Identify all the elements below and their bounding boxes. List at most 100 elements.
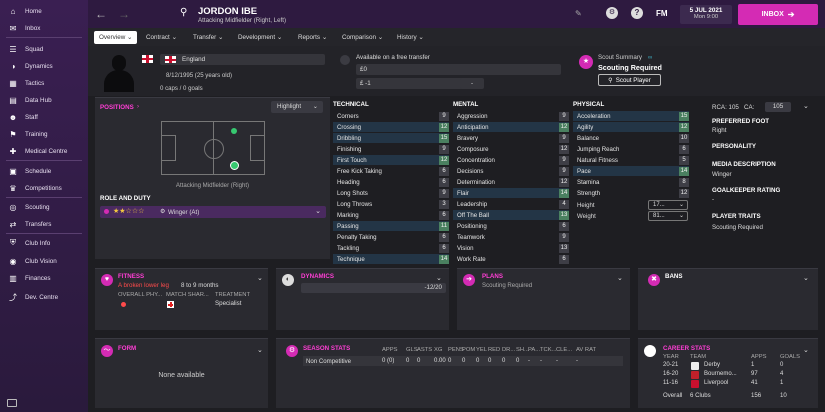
technical-attribute-row[interactable]: Penalty Taking 6 xyxy=(333,232,449,242)
season-stats-header[interactable]: XG xyxy=(434,347,442,353)
tab-contract[interactable]: Contract ⌄ xyxy=(141,31,182,44)
physical-attribute-row[interactable]: Acceleration 15 xyxy=(573,111,689,121)
wage-field[interactable]: £ -1 xyxy=(356,78,466,89)
chevron-down-icon[interactable]: ⌄ xyxy=(803,102,809,110)
season-stats-header[interactable]: YEL xyxy=(476,347,487,353)
plans-title[interactable]: PLANS xyxy=(482,273,503,280)
mental-attribute-row[interactable]: Determination 12 xyxy=(453,177,569,187)
technical-attribute-row[interactable]: Technique 14 xyxy=(333,254,449,264)
club-icon[interactable]: ⚙ xyxy=(606,7,618,19)
sidebar-item-scouting[interactable]: ◎ Scouting xyxy=(0,200,88,214)
role-duty-dropdown[interactable]: ★★☆☆☆ ⚙ Winger (At) ⌄ xyxy=(100,206,326,218)
sidebar-item-tactics[interactable]: ▦ Tactics xyxy=(0,76,88,90)
season-stats-header[interactable]: DR... xyxy=(502,347,515,353)
fm-logo[interactable]: FM xyxy=(656,9,668,18)
technical-attribute-row[interactable]: Finishing 9 xyxy=(333,144,449,154)
sidebar-toggle-icon[interactable] xyxy=(7,399,17,407)
sidebar-item-schedule[interactable]: ▣ Schedule xyxy=(0,164,88,178)
mental-attribute-row[interactable]: Composure 12 xyxy=(453,144,569,154)
scout-player-button[interactable]: ⚲ Scout Player xyxy=(598,74,661,86)
career-stats-title[interactable]: CAREER STATS xyxy=(663,345,710,352)
edit-icon[interactable]: ✎ xyxy=(575,9,582,18)
sidebar-item-dev-centre[interactable]: ⤴ Dev. Centre xyxy=(0,290,88,304)
search-icon[interactable]: ⚲ xyxy=(180,7,187,18)
forward-arrow-icon[interactable]: → xyxy=(118,7,130,21)
tab-development[interactable]: Development ⌄ xyxy=(233,31,287,44)
technical-attribute-row[interactable]: Long Shots 9 xyxy=(333,188,449,198)
tab-comparison[interactable]: Comparison ⌄ xyxy=(337,31,388,44)
tab-overview[interactable]: Overview ⌄ xyxy=(94,31,137,44)
sidebar-item-training[interactable]: ⚑ Training xyxy=(0,127,88,141)
mental-attribute-row[interactable]: Bravery 9 xyxy=(453,133,569,143)
sidebar-item-home[interactable]: ⌂ Home xyxy=(0,4,88,18)
sidebar-item-data-hub[interactable]: ▤ Data Hub xyxy=(0,93,88,107)
physical-attribute-row[interactable]: Jumping Reach 6 xyxy=(573,144,689,154)
physical-attribute-row[interactable]: Agility 12 xyxy=(573,122,689,132)
back-arrow-icon[interactable]: ← xyxy=(95,7,107,21)
chevron-down-icon[interactable]: ⌄ xyxy=(617,274,623,282)
technical-attribute-row[interactable]: First Touch 12 xyxy=(333,155,449,165)
mental-attribute-row[interactable]: Vision 13 xyxy=(453,243,569,253)
season-stats-header[interactable]: AV RAT xyxy=(576,347,596,353)
mental-attribute-row[interactable]: Work Rate 6 xyxy=(453,254,569,264)
season-stats-header[interactable]: POM xyxy=(462,347,475,353)
season-stats-header[interactable]: ASTS xyxy=(417,347,432,353)
physical-attribute-row[interactable]: Stamina 8 xyxy=(573,177,689,187)
sidebar-item-squad[interactable]: ☰ Squad xyxy=(0,42,88,56)
mental-attribute-row[interactable]: Anticipation 12 xyxy=(453,122,569,132)
ca-field[interactable]: 105 xyxy=(765,102,791,112)
season-stats-header[interactable]: SH... xyxy=(516,347,529,353)
technical-attribute-row[interactable]: Passing 11 xyxy=(333,221,449,231)
mental-attribute-row[interactable]: Decisions 9 xyxy=(453,166,569,176)
positions-title[interactable]: POSITIONS xyxy=(100,104,134,111)
mental-attribute-row[interactable]: Aggression 9 xyxy=(453,111,569,121)
mental-attribute-row[interactable]: Leadership 4 xyxy=(453,199,569,209)
season-stats-header[interactable]: APPS xyxy=(382,347,397,353)
technical-attribute-row[interactable]: Heading 6 xyxy=(333,177,449,187)
chevron-down-icon[interactable]: ⌄ xyxy=(803,346,809,354)
sidebar-item-transfers[interactable]: ⇄ Transfers xyxy=(0,217,88,231)
tab-reports[interactable]: Reports ⌄ xyxy=(293,31,332,44)
asking-price-field[interactable]: £0 xyxy=(356,64,561,75)
dynamics-title[interactable]: DYNAMICS xyxy=(301,273,334,280)
technical-attribute-row[interactable]: Marking 6 xyxy=(333,210,449,220)
sidebar-item-club-vision[interactable]: ◉ Club Vision xyxy=(0,254,88,268)
physical-attribute-row[interactable]: Balance 10 xyxy=(573,133,689,143)
sidebar-item-competitions[interactable]: ♛ Competitions xyxy=(0,181,88,195)
season-stats-header[interactable]: CLE... xyxy=(556,347,572,353)
sidebar-item-inbox[interactable]: ✉ Inbox xyxy=(0,21,88,35)
technical-attribute-row[interactable]: Dribbling 15 xyxy=(333,133,449,143)
fitness-title[interactable]: FITNESS xyxy=(118,273,144,280)
form-title[interactable]: FORM xyxy=(118,345,136,352)
technical-attribute-row[interactable]: Corners 9 xyxy=(333,111,449,121)
sidebar-item-finances[interactable]: ▥ Finances xyxy=(0,271,88,285)
physical-attribute-row[interactable]: Strength 12 xyxy=(573,188,689,198)
technical-attribute-row[interactable]: Crossing 12 xyxy=(333,122,449,132)
mental-attribute-row[interactable]: Positioning 6 xyxy=(453,221,569,231)
chevron-down-icon[interactable]: ⌄ xyxy=(257,274,263,282)
season-stats-header[interactable]: TCK... xyxy=(540,347,556,353)
tab-history[interactable]: History ⌄ xyxy=(392,31,429,44)
mental-attribute-row[interactable]: Teamwork 9 xyxy=(453,232,569,242)
chevron-down-icon[interactable]: ⌄ xyxy=(436,274,442,282)
mental-attribute-row[interactable]: Flair 14 xyxy=(453,188,569,198)
highlight-dropdown[interactable]: Highlight ⌄ xyxy=(271,101,323,113)
weight-field[interactable]: 81... ⌄ xyxy=(648,211,688,221)
date-box[interactable]: 5 JUL 2021 Mon 9:00 xyxy=(680,5,732,24)
mental-attribute-row[interactable]: Off The Ball 13 xyxy=(453,210,569,220)
season-stats-header[interactable]: GLS xyxy=(406,347,418,353)
inbox-button[interactable]: INBOX ➔ xyxy=(738,4,818,25)
sidebar-item-medical-centre[interactable]: ✚ Medical Centre xyxy=(0,144,88,158)
nationality-field[interactable]: England xyxy=(160,54,325,65)
technical-attribute-row[interactable]: Long Throws 3 xyxy=(333,199,449,209)
chevron-down-icon[interactable]: ⌄ xyxy=(257,346,263,354)
tab-transfer[interactable]: Transfer ⌄ xyxy=(188,31,228,44)
sidebar-item-staff[interactable]: ☻ Staff xyxy=(0,110,88,124)
physical-attribute-row[interactable]: Pace 14 xyxy=(573,166,689,176)
mental-attribute-row[interactable]: Concentration 9 xyxy=(453,155,569,165)
technical-attribute-row[interactable]: Tackling 6 xyxy=(333,243,449,253)
season-stats-header[interactable]: PA... xyxy=(528,347,540,353)
chevron-down-icon[interactable]: ⌄ xyxy=(803,274,809,282)
technical-attribute-row[interactable]: Free Kick Taking 6 xyxy=(333,166,449,176)
physical-attribute-row[interactable]: Natural Fitness 5 xyxy=(573,155,689,165)
